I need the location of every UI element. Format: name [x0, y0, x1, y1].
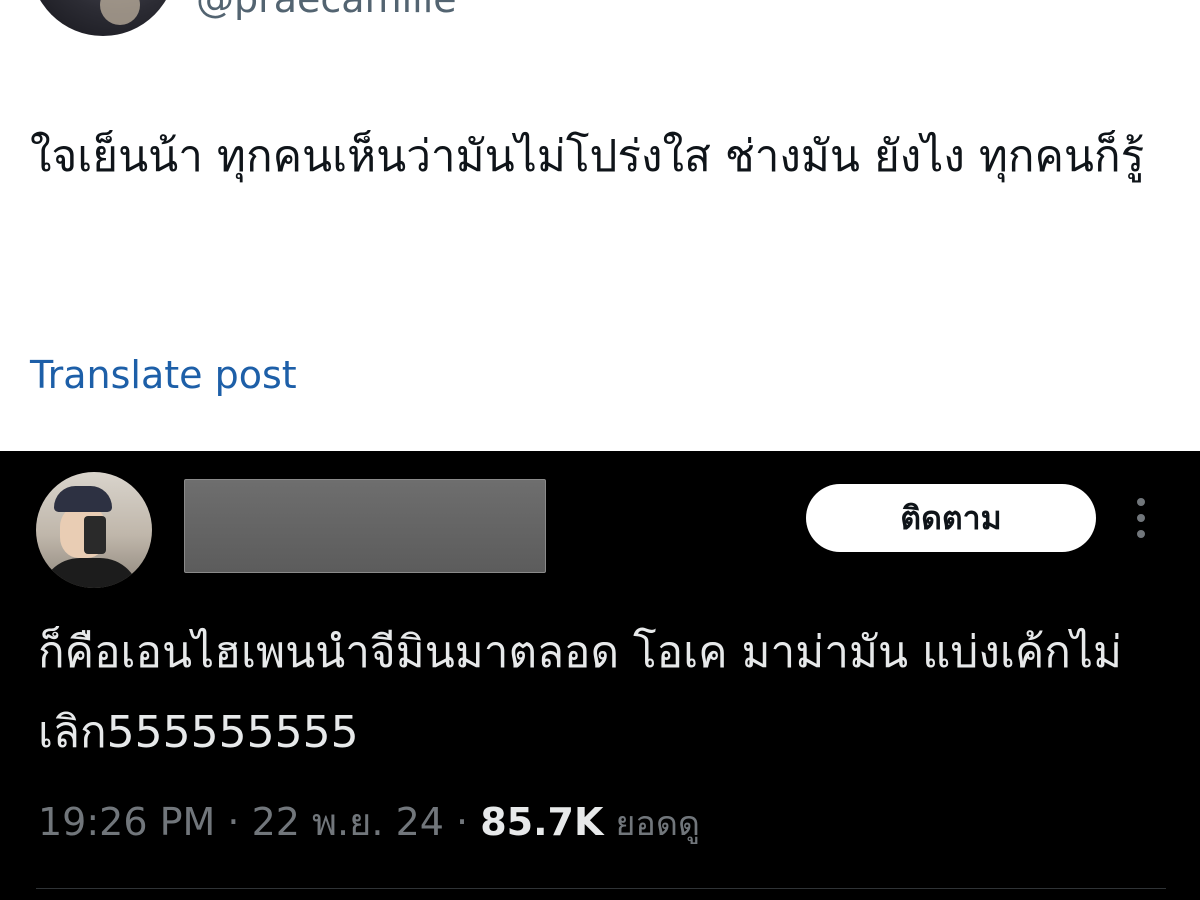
post-time[interactable]: 19:26 PM [38, 800, 215, 844]
views-count[interactable]: 85.7K [480, 800, 603, 844]
avatar-photo-detail [54, 486, 112, 512]
post-text: ก็คือเอนไฮเพนนำจีมินมาตลอด โอเค มาม่ามัน… [38, 627, 1123, 758]
meta-separator: · [227, 800, 240, 844]
translate-post-link[interactable]: Translate post [30, 350, 297, 400]
post-date[interactable]: 22 พ.ย. 24 [252, 800, 444, 844]
follow-button[interactable]: ติดตาม [806, 484, 1096, 552]
avatar-photo-detail [100, 0, 140, 25]
avatar[interactable] [30, 0, 176, 36]
views-label: ยอดดู [615, 804, 701, 844]
divider [36, 888, 1166, 889]
more-vertical-icon[interactable] [1126, 495, 1156, 541]
user-handle[interactable]: @praecamille [196, 0, 457, 24]
avatar-photo-detail [84, 516, 106, 554]
light-post: @praecamille ใจเย็นน้า ทุกคนเห็นว่ามันไม… [0, 0, 1200, 451]
avatar-photo-detail [40, 558, 140, 588]
dark-post: ติดตาม ก็คือเอนไฮเพนนำจีมินมาตลอด โอเค ม… [0, 451, 1200, 900]
screenshot: @praecamille ใจเย็นน้า ทุกคนเห็นว่ามันไม… [0, 0, 1200, 900]
post-meta: 19:26 PM · 22 พ.ย. 24 · 85.7K ยอดดู [38, 796, 700, 850]
meta-separator: · [456, 800, 469, 844]
post-text: ใจเย็นน้า ทุกคนเห็นว่ามันไม่โปร่งใส ช่าง… [30, 131, 1145, 182]
redacted-username-block [184, 479, 546, 573]
avatar[interactable] [36, 472, 152, 588]
